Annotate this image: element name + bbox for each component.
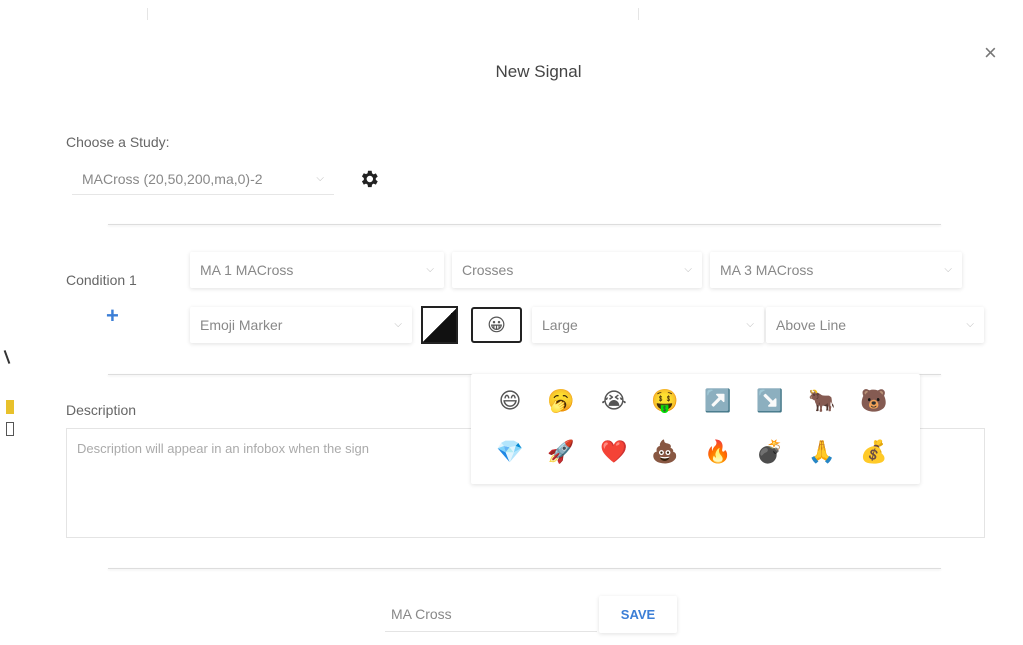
- signal-name-value: MA Cross: [391, 606, 452, 622]
- fire-icon[interactable]: 🔥: [703, 437, 733, 467]
- bomb-icon[interactable]: 💣: [755, 437, 785, 467]
- chevron-down-icon: ⌵: [966, 319, 974, 330]
- heart-icon[interactable]: ❤️: [599, 437, 629, 467]
- signal-name-input[interactable]: MA Cross: [385, 596, 597, 632]
- rocket-icon[interactable]: 🚀: [546, 437, 576, 467]
- condition-field1-value: MA 1 MACross: [200, 262, 294, 278]
- marker-size-select[interactable]: Large ⌵: [532, 307, 764, 343]
- save-button[interactable]: SAVE: [599, 596, 677, 633]
- arrow-down-right-icon[interactable]: ↘️: [755, 386, 785, 416]
- emoji-yawning-icon[interactable]: 🥱: [546, 386, 576, 416]
- marker-type-select[interactable]: Emoji Marker ⌵: [190, 307, 412, 343]
- marker-position-select[interactable]: Above Line ⌵: [766, 307, 984, 343]
- chevron-down-icon: ⌵: [394, 319, 402, 330]
- dialog-title: New Signal: [495, 62, 582, 81]
- selected-emoji-icon: 😀: [487, 314, 506, 335]
- close-icon[interactable]: ×: [984, 40, 997, 66]
- section-divider: [108, 224, 941, 225]
- emoji-money-face-icon[interactable]: 🤑: [650, 386, 680, 416]
- chevron-down-icon: ⌵: [746, 319, 754, 330]
- gear-icon[interactable]: [358, 168, 380, 196]
- praying-hands-icon[interactable]: 🙏: [807, 437, 837, 467]
- study-select-value: MACross (20,50,200,ma,0)-2: [82, 171, 263, 187]
- emoji-picker-button[interactable]: 😀: [471, 307, 522, 343]
- emoji-picker-popup: 😄 🥱 😭 🤑 ↗️ ↘️ 🐂 🐻 💎 🚀 ❤️ 💩 🔥 💣 🙏 💰: [471, 374, 920, 484]
- chevron-down-icon: ⌵: [944, 264, 952, 275]
- emoji-grinning-icon[interactable]: 😄: [495, 386, 525, 416]
- poop-icon[interactable]: 💩: [650, 437, 680, 467]
- chevron-down-icon: ⌵: [426, 264, 434, 275]
- background-tick: [638, 8, 639, 20]
- description-label: Description: [66, 402, 137, 418]
- condition-field2-select[interactable]: MA 3 MACross ⌵: [710, 252, 962, 288]
- color-swatch-button[interactable]: [421, 306, 458, 344]
- background-chart-fragment: [0, 350, 20, 460]
- condition-field1-select[interactable]: MA 1 MACross ⌵: [190, 252, 444, 288]
- condition-operator-value: Crosses: [462, 262, 514, 278]
- marker-type-value: Emoji Marker: [200, 317, 283, 333]
- arrow-up-right-icon[interactable]: ↗️: [703, 386, 733, 416]
- chevron-down-icon: ⌵: [684, 264, 692, 275]
- add-condition-button[interactable]: +: [106, 303, 119, 329]
- condition-operator-select[interactable]: Crosses ⌵: [452, 252, 702, 288]
- marker-size-value: Large: [542, 317, 578, 333]
- gem-icon[interactable]: 💎: [495, 437, 525, 467]
- condition-field2-value: MA 3 MACross: [720, 262, 814, 278]
- marker-position-value: Above Line: [776, 317, 847, 333]
- money-bag-icon[interactable]: 💰: [859, 437, 889, 467]
- emoji-crying-icon[interactable]: 😭: [599, 386, 629, 416]
- study-select[interactable]: MACross (20,50,200,ma,0)-2 ⌵: [72, 163, 334, 195]
- bear-icon[interactable]: 🐻: [859, 386, 889, 416]
- description-placeholder: Description will appear in an infobox wh…: [77, 441, 369, 456]
- section-divider: [108, 568, 941, 569]
- condition-label: Condition 1: [66, 272, 137, 288]
- chevron-down-icon: ⌵: [316, 173, 324, 184]
- background-tick: [147, 8, 148, 20]
- study-label: Choose a Study:: [66, 134, 170, 150]
- bull-icon[interactable]: 🐂: [807, 386, 837, 416]
